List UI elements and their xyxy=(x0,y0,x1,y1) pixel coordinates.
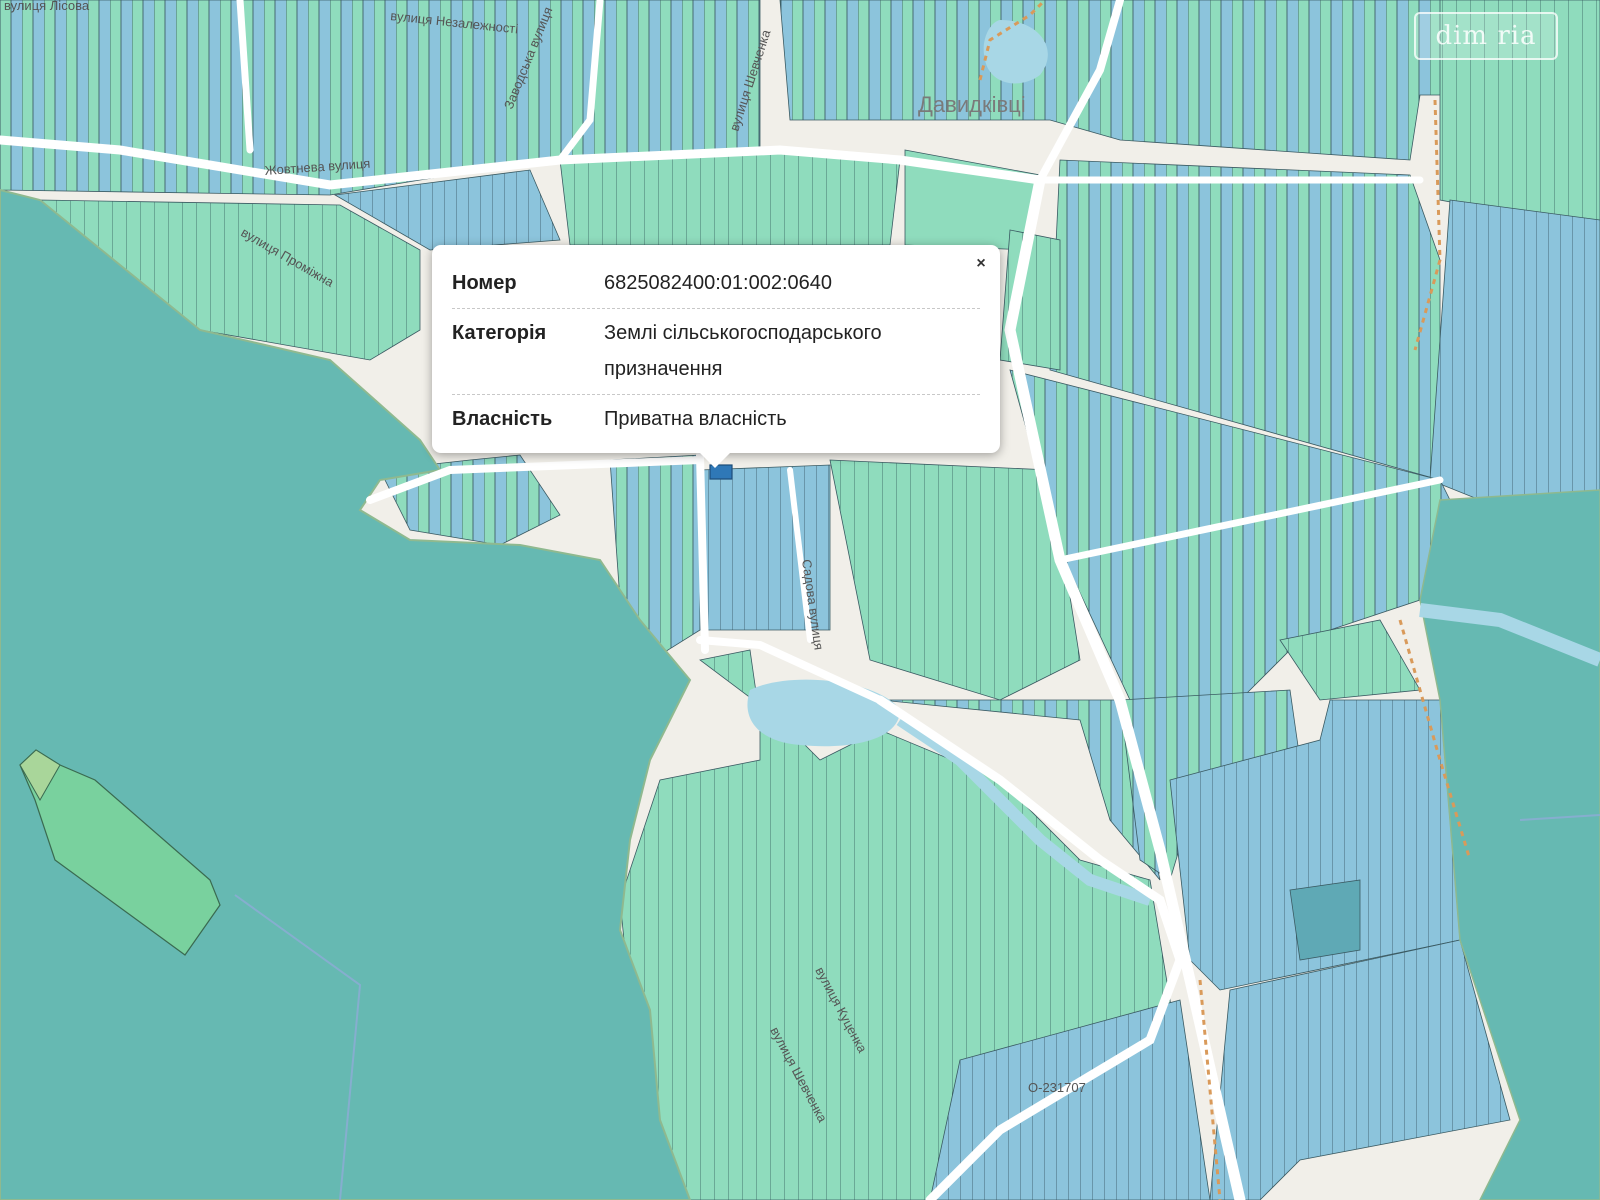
category-label: Категорія xyxy=(452,322,547,344)
road-number-label: О-231707 xyxy=(1028,1080,1086,1095)
place-label: Давидківці xyxy=(918,92,1026,117)
number-label: Номер xyxy=(452,272,517,294)
dim-ria-watermark: dim ria xyxy=(1414,12,1558,60)
cadastral-map[interactable]: Давидківці О-231707 вулиця Незалежності … xyxy=(0,0,1600,1200)
street-label-6: вулиця Лісова xyxy=(4,0,90,13)
popup-row-ownership: Власність Приватна власність xyxy=(452,395,980,444)
popup-row-number: Номер 6825082400:01:002:0640 xyxy=(452,259,980,309)
category-value: Землі сільськогосподарського призначення xyxy=(604,322,882,380)
popup-row-category: Категорія Землі сільськогосподарського п… xyxy=(452,309,980,395)
close-button[interactable]: × xyxy=(970,253,992,275)
ownership-value: Приватна власність xyxy=(604,408,787,430)
parcel-info-popup: × Номер 6825082400:01:002:0640 Категорія… xyxy=(432,245,1000,468)
cadastral-number-value: 6825082400:01:002:0640 xyxy=(604,272,833,294)
ownership-label: Власність xyxy=(452,408,553,430)
